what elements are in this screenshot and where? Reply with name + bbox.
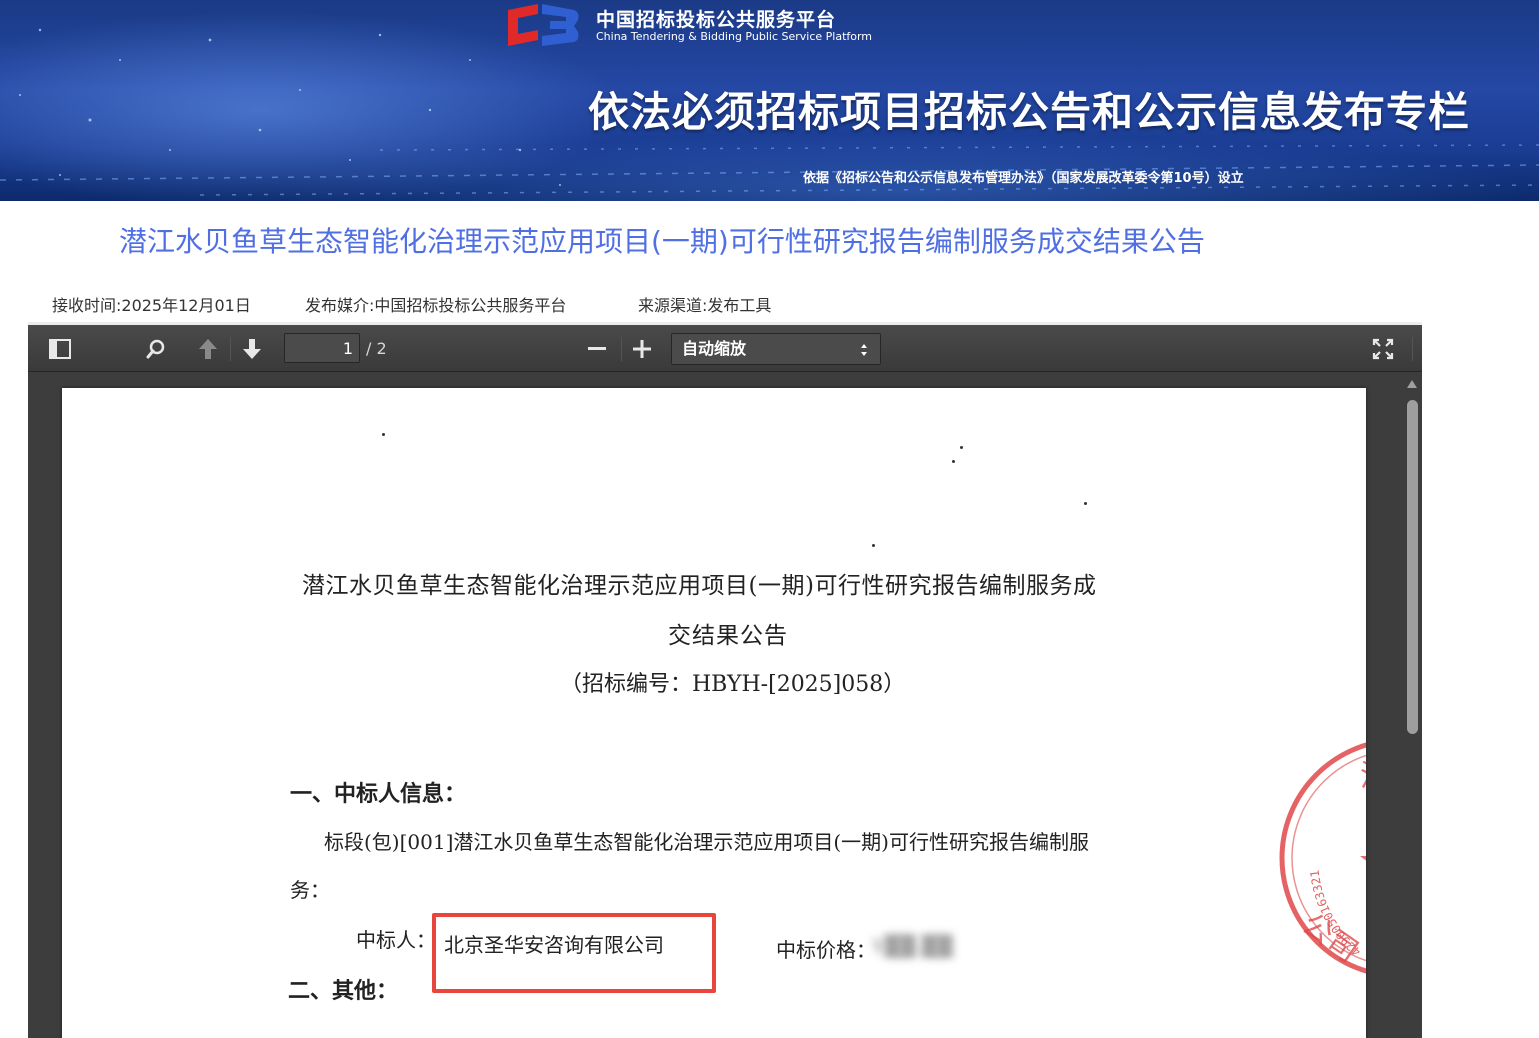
- page-count: / 2: [366, 339, 387, 358]
- page-number-input[interactable]: [284, 333, 360, 363]
- find-button[interactable]: [140, 334, 172, 364]
- scrollbar-thumb[interactable]: [1407, 400, 1418, 734]
- toolbar-separator: [621, 337, 622, 361]
- scan-speck: [872, 544, 875, 547]
- zoom-out-button[interactable]: [581, 334, 613, 364]
- select-arrows-icon: [860, 343, 868, 360]
- fullscreen-icon: [1372, 338, 1394, 360]
- sidebar-icon: [49, 339, 71, 359]
- toolbar-separator: [230, 337, 231, 361]
- seal-star-icon: [1360, 856, 1366, 861]
- pdf-toolbar: / 2 自动缩放: [28, 322, 1422, 372]
- arrow-up-icon: [199, 339, 217, 359]
- search-icon: [146, 339, 165, 359]
- banner-subtitle: 依据《招标公告和公示信息发布管理办法》（国家发展改革委令第10号）设立: [803, 171, 1244, 186]
- doc-title-line2: 交结果公告: [668, 623, 788, 649]
- minus-icon: [588, 347, 606, 350]
- pdf-page: 潜江水贝鱼草生态智能化治理示范应用项目(一期)可行性研究报告编制服务成 交结果公…: [62, 388, 1366, 1038]
- doc-price-label: 中标价格：: [776, 938, 876, 962]
- doc-lot-text-cont: 务：: [290, 878, 330, 902]
- platform-name-cn: 中国招标投标公共服务平台: [596, 9, 837, 31]
- pdf-scrollbar[interactable]: [1402, 374, 1422, 1038]
- header-banner: 中国招标投标公共服务平台 China Tendering & Bidding P…: [0, 0, 1539, 201]
- scan-speck: [952, 460, 955, 463]
- source-channel: 来源渠道:发布工具: [638, 296, 772, 315]
- seal-text-bottom: 公司: [1295, 907, 1364, 970]
- plus-icon: [633, 340, 651, 358]
- doc-winner-label: 中标人：: [356, 928, 436, 952]
- winner-highlight-box: [432, 913, 716, 993]
- doc-tender-code: （招标编号：HBYH-[2025]058）: [560, 672, 906, 697]
- arrow-down-icon: [243, 339, 261, 359]
- scroll-up-arrow-icon[interactable]: [1406, 379, 1418, 389]
- platform-name-en: China Tendering & Bidding Public Service…: [596, 30, 873, 43]
- platform-logo-icon: [508, 4, 579, 46]
- zoom-select-value: 自动缩放: [682, 339, 747, 358]
- doc-lot-text: 标段(包)[001]潜江水贝鱼草生态智能化治理示范应用项目(一期)可行性研究报告…: [324, 830, 1089, 854]
- scan-speck: [960, 446, 963, 449]
- company-seal-stamp: 4290050163321 潜 公司: [1279, 742, 1366, 974]
- presentation-mode-button[interactable]: [1367, 334, 1399, 364]
- next-page-button[interactable]: [236, 334, 268, 364]
- pdf-viewer: / 2 自动缩放: [28, 322, 1422, 1038]
- toolbar-separator: [1412, 337, 1413, 361]
- doc-title-line1: 潜江水贝鱼草生态智能化治理示范应用项目(一期)可行性研究报告编制服务成: [302, 573, 1097, 599]
- seal-text-top: 潜: [1360, 759, 1366, 794]
- receive-time: 接收时间:2025年12月01日: [52, 296, 251, 315]
- sidebar-toggle-button[interactable]: [44, 334, 76, 364]
- zoom-in-button[interactable]: [626, 334, 658, 364]
- scan-speck: [1084, 502, 1087, 505]
- previous-page-button[interactable]: [192, 334, 224, 364]
- publish-media: 发布媒介:中国招标投标公共服务平台: [305, 296, 567, 315]
- doc-price-value-blurred: ¥██.██: [872, 934, 953, 958]
- scan-speck: [382, 433, 385, 436]
- doc-section2-heading: 二、其他：: [288, 978, 399, 1004]
- banner-title: 依法必须招标项目招标公告和公示信息发布专栏: [588, 88, 1470, 136]
- notice-title: 潜江水贝鱼草生态智能化治理示范应用项目(一期)可行性研究报告编制服务成交结果公告: [119, 225, 1205, 258]
- zoom-select[interactable]: 自动缩放: [671, 333, 881, 365]
- doc-section1-heading: 一、中标人信息：: [290, 781, 467, 807]
